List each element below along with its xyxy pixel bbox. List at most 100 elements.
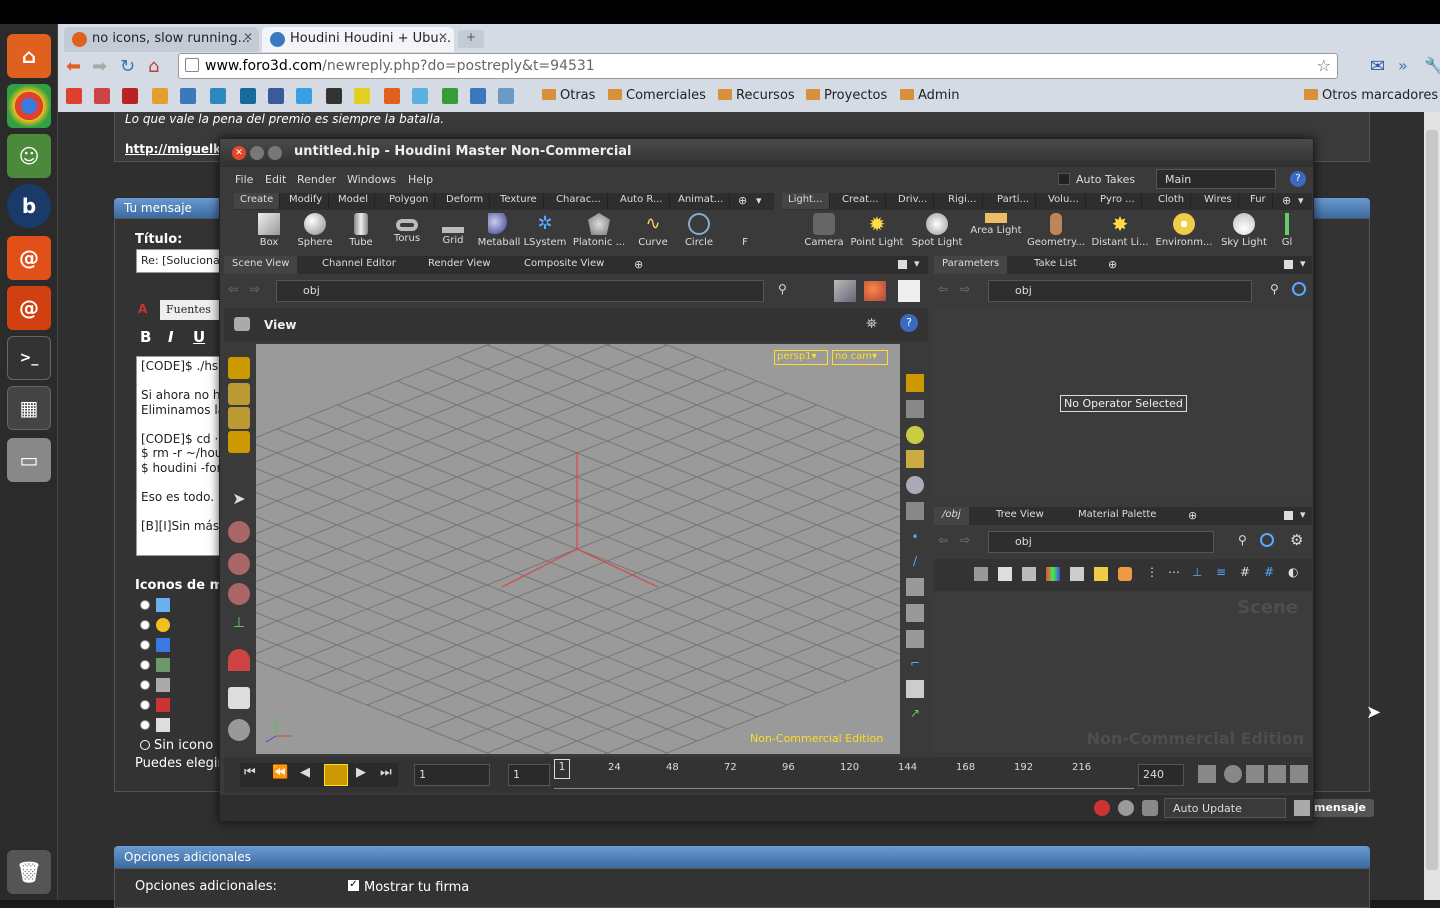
shelf-tab-modify[interactable]: Modify [283,193,330,209]
stop-button[interactable] [324,764,348,786]
home-folder-icon[interactable]: ⌂ [7,34,51,78]
visibility-icon[interactable] [906,502,924,520]
bookmark-folder-comerciales[interactable]: Comerciales [608,88,706,103]
link-icon[interactable] [1260,533,1274,547]
tile-icon[interactable] [1022,567,1036,581]
normal-icon[interactable]: / [906,554,924,572]
tool-spot-light[interactable]: Spot Light [908,213,966,255]
tool-box[interactable]: Box [245,213,293,255]
auto-takes-checkbox[interactable] [1058,173,1070,185]
tool-platonic[interactable]: Platonic ... [571,213,627,255]
bookmark-icon[interactable] [470,88,486,104]
empathy-icon[interactable]: ☺ [7,134,51,178]
timeline-cursor[interactable]: 1 [554,759,570,779]
shelf-tab-pyro[interactable]: Pyro ... [1094,193,1142,209]
params-path-field[interactable]: obj [988,280,1252,302]
arrow-cursor-icon[interactable]: ➤ [228,489,250,511]
scale-icon[interactable] [228,583,250,605]
pane-menu-icon[interactable]: ▾ [1300,257,1306,270]
add-pane-icon[interactable]: ⊕ [634,258,643,271]
shelf-tab-auto-rig[interactable]: Auto R... [614,193,670,209]
help-icon[interactable]: ? [1290,171,1306,187]
address-bar[interactable]: www.foro3d.com/newreply.php?do=postreply… [178,53,1338,79]
network-canvas[interactable]: Scene Non-Commercial Edition [934,593,1312,753]
hull-icon[interactable]: ↗ [906,706,924,724]
close-icon[interactable]: ✕ [232,146,246,160]
maximize-pane-icon[interactable] [1284,511,1293,520]
menu-edit[interactable]: Edit [265,173,286,186]
tab-parameters[interactable]: Parameters [934,256,1008,274]
bookmark-icon[interactable] [94,88,110,104]
tab-material-palette[interactable]: Material Palette [1070,507,1164,525]
tool-tube[interactable]: Tube [337,213,385,255]
houdini-icon[interactable]: @ [7,236,51,280]
wrench-icon[interactable]: 🔧 [1424,56,1440,75]
bookmark-icon[interactable] [384,88,400,104]
icon-radio[interactable] [140,720,150,730]
tool-environment-light[interactable]: Environm... [1154,213,1214,255]
3d-viewport[interactable]: persp1▾ no cam▾ Non-Commercial Edition [256,344,900,754]
bookmark-icon[interactable] [326,88,342,104]
align-left-icon[interactable]: ⊥ [1192,565,1202,579]
gmail-icon[interactable]: ✉ [1370,56,1385,77]
pin-icon[interactable]: ⚲ [778,282,787,296]
translate-icon[interactable] [228,521,250,543]
star-icon[interactable]: ☆ [1317,56,1331,75]
back-icon[interactable]: ⇦ [938,533,948,547]
list-icon[interactable] [998,567,1012,581]
light-icon[interactable] [906,426,924,444]
bookmark-folder-recursos[interactable]: Recursos [718,88,795,103]
pose-icon[interactable]: ⊥ [228,615,250,637]
help-icon[interactable]: ? [900,314,918,332]
snap-icon[interactable]: ⛯ [866,316,877,332]
home-icon[interactable]: ⌂ [148,56,159,77]
add-pane-icon[interactable]: ⊕ [1108,258,1117,271]
display-icon[interactable] [906,374,924,392]
grid-display-icon[interactable] [906,680,924,698]
icon-radio[interactable] [140,660,150,670]
tool-distant-light[interactable]: ✸ Distant Li... [1090,213,1150,255]
bold-button[interactable]: B [140,328,151,346]
close-icon[interactable]: ✕ [243,30,253,44]
signature-link[interactable]: http://miguelka [125,142,229,156]
shelf-tab-character[interactable]: Charac... [550,193,608,209]
menu-render[interactable]: Render [297,173,336,186]
playback-options-icon[interactable] [1198,765,1216,783]
tool-font[interactable]: F [734,213,756,255]
forward-icon[interactable]: ⇨ [250,282,260,296]
shelf-tab-deform[interactable]: Deform [440,193,491,209]
terminal-icon[interactable]: >_ [7,336,51,380]
zoom-icon[interactable]: ◐ [1288,565,1298,579]
tool-area-light[interactable]: Area Light [968,213,1024,255]
no-cam-menu[interactable]: no cam▾ [832,350,888,365]
layout-icon[interactable] [974,567,988,581]
select-faces-icon[interactable] [228,431,250,453]
bookmark-folder-other[interactable]: Otros marcadores [1304,88,1438,103]
link-icon[interactable] [1292,282,1306,296]
play-backward-icon[interactable]: ◀ [300,765,310,780]
browser-tab-2[interactable]: Houdini Houdini + Ubu... ✕ [262,27,454,52]
end-frame-field[interactable]: 240 [1138,764,1184,786]
tab-obj[interactable]: /obj [934,507,969,525]
shelf-tab-create[interactable]: Create [234,193,281,209]
grid-snap-icon[interactable]: # [1240,565,1250,579]
shelf-tab-lights[interactable]: Light... [782,193,830,209]
page-scrollbar[interactable] [1424,112,1440,900]
performance-icon[interactable] [1294,800,1310,816]
tool-geometry-light[interactable]: Geometry... [1026,213,1086,255]
reload-icon[interactable]: ↻ [120,56,135,77]
cloud-icon[interactable] [1118,800,1134,816]
align-top-icon[interactable]: ≡ [1216,565,1226,579]
keys-icon[interactable] [1246,765,1264,783]
minimize-icon[interactable] [250,146,264,160]
bookmark-icon[interactable] [240,88,256,104]
fuentes-tab[interactable]: Fuentes [160,300,220,320]
take-select[interactable]: Main [1156,169,1276,189]
scope-icon[interactable] [1290,765,1308,783]
shelf-menu-icon[interactable]: ▾ [1298,194,1304,207]
bookmark-icon[interactable] [180,88,196,104]
shelf-tab-polygon[interactable]: Polygon [383,193,436,209]
tool-point-light[interactable]: ✹ Point Light [848,213,906,255]
gear-icon[interactable]: ⚙ [1290,531,1303,549]
shelf-tab-cloth[interactable]: Cloth [1152,193,1192,209]
